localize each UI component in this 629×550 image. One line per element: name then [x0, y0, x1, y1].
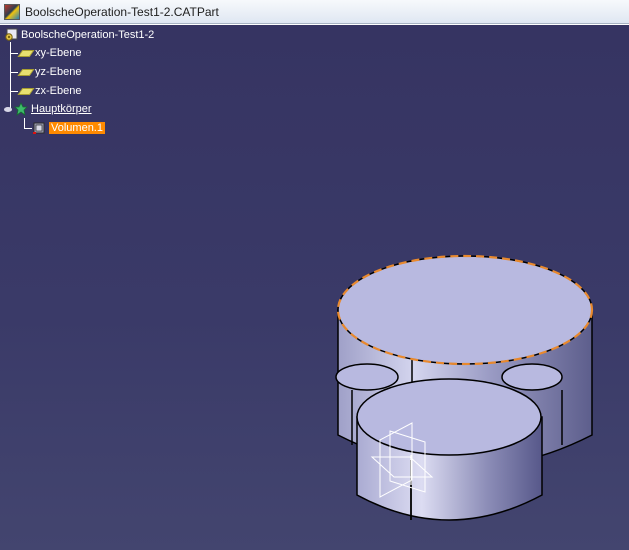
tree-item-label: zx-Ebene: [35, 85, 82, 97]
tree-node-root[interactable]: BoolscheOperation-Test1-2: [4, 27, 154, 43]
window-title: BoolscheOperation-Test1-2.CATPart: [25, 4, 219, 19]
tree-item-label: yz-Ebene: [35, 66, 82, 78]
volume-icon: [32, 121, 46, 135]
tree-item-label-selected: Volumen.1: [49, 122, 105, 134]
body-icon: [14, 102, 28, 116]
tree-node-volume[interactable]: Volumen.1: [32, 120, 105, 136]
tree-connector: [24, 128, 32, 129]
lower-cylinder[interactable]: [356, 378, 543, 521]
plane-icon: [17, 87, 35, 95]
tree-connector: [10, 53, 18, 54]
tree-node-xy-plane[interactable]: xy-Ebene: [17, 45, 82, 61]
window-titlebar: BoolscheOperation-Test1-2.CATPart: [0, 0, 629, 24]
part-gear-icon: [4, 28, 18, 42]
plane-icon: [17, 49, 35, 57]
tree-item-label: Hauptkörper: [31, 103, 92, 115]
tree-node-zx-plane[interactable]: zx-Ebene: [17, 83, 82, 99]
tree-node-main-body[interactable]: Hauptkörper: [4, 101, 92, 117]
tree-root-label: BoolscheOperation-Test1-2: [21, 29, 155, 41]
tree-item-label: xy-Ebene: [35, 47, 82, 59]
plane-icon: [17, 68, 35, 76]
3d-viewport[interactable]: BoolscheOperation-Test1-2 xy-Ebene yz-Eb…: [0, 25, 629, 550]
catia-app-icon[interactable]: [4, 3, 20, 20]
tree-connector: [10, 72, 18, 73]
tree-connector: [10, 91, 18, 92]
tree-node-yz-plane[interactable]: yz-Ebene: [17, 64, 82, 80]
expand-collapse-icon[interactable]: [4, 106, 12, 112]
specification-tree: BoolscheOperation-Test1-2 xy-Ebene yz-Eb…: [0, 25, 260, 145]
